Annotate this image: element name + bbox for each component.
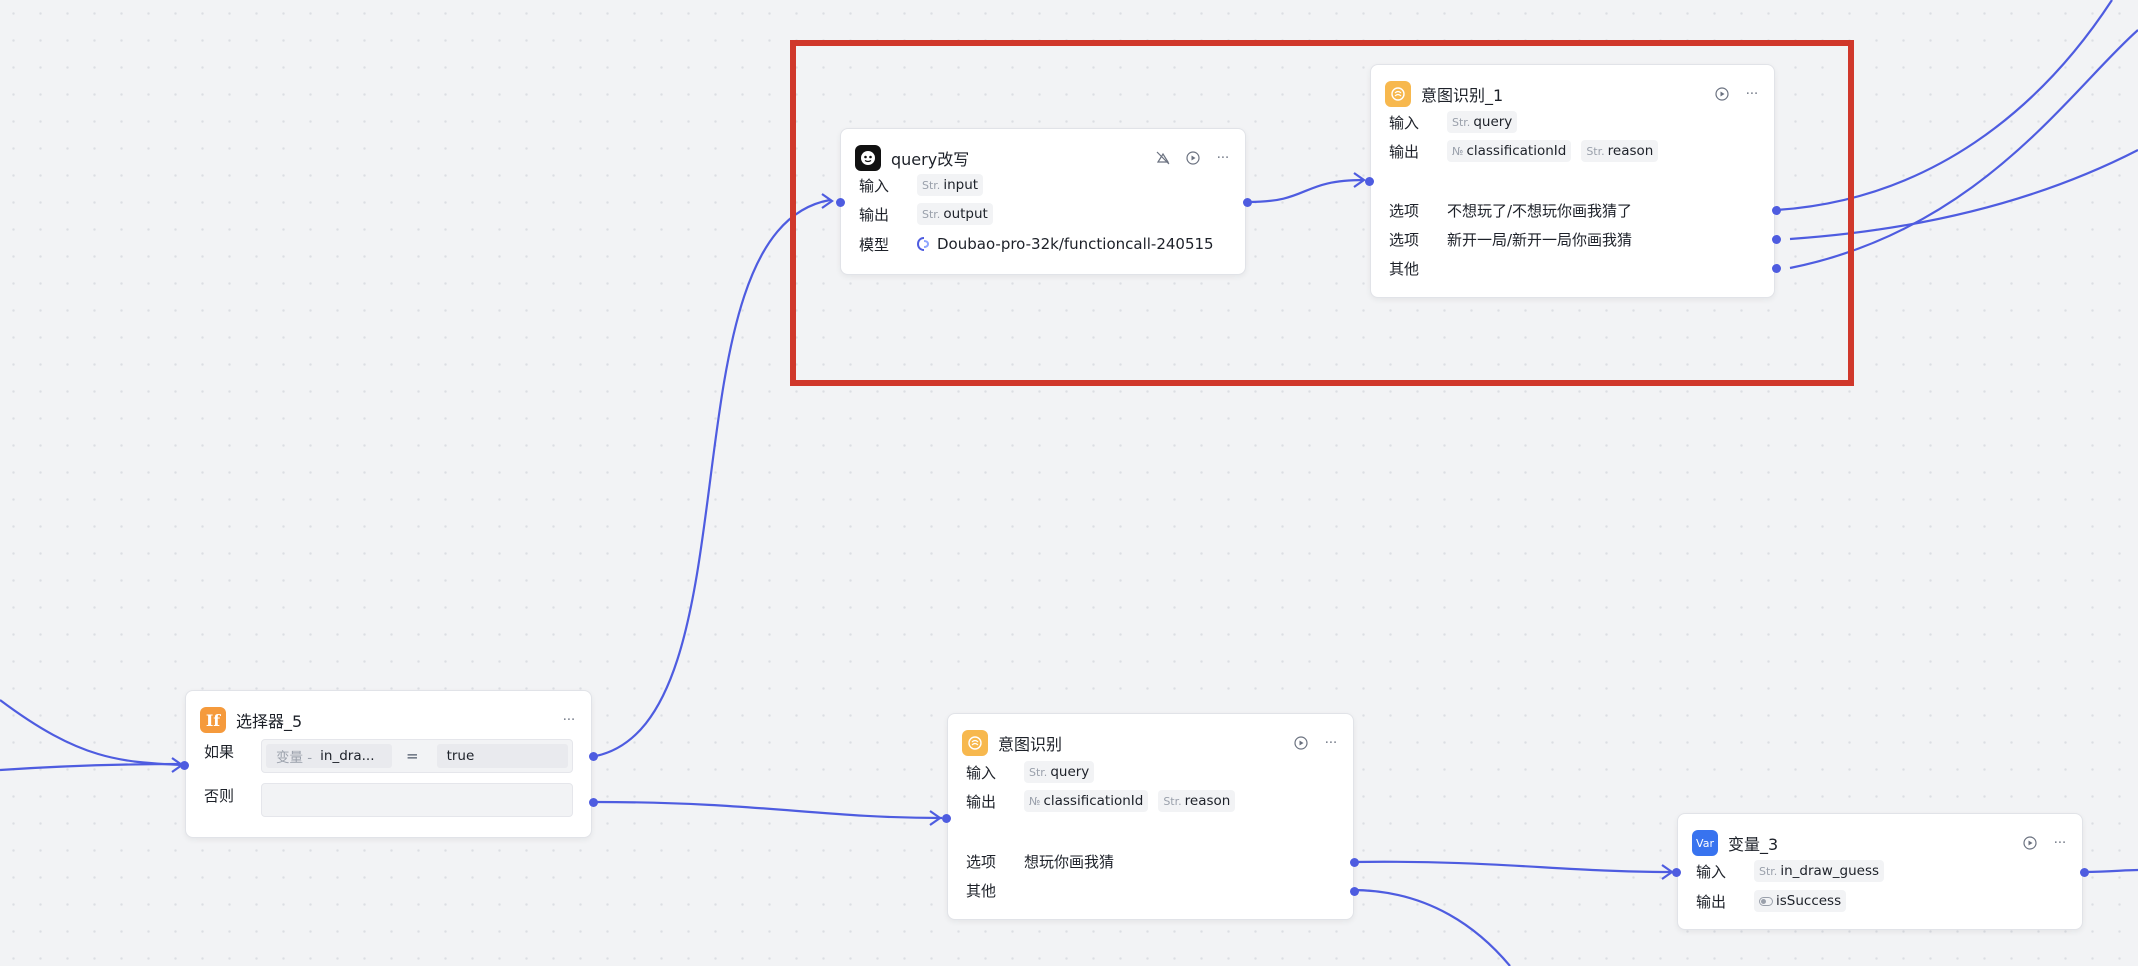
input-port[interactable]	[942, 814, 951, 823]
option-port-1[interactable]	[1772, 206, 1781, 215]
node-title: 变量_3	[1728, 835, 1779, 854]
play-circle-icon[interactable]	[1185, 150, 1201, 166]
llm-bot-icon	[855, 145, 881, 171]
edge-intent-opt1-to-var	[1351, 860, 1673, 874]
node-title: 意图识别	[998, 735, 1063, 754]
edge-in-selector-1	[0, 699, 183, 767]
option-label: 选项	[966, 852, 997, 871]
input-param-tag: Str. query	[1024, 761, 1095, 783]
arrow-head	[821, 193, 834, 209]
ellipsis-icon[interactable]: ···	[561, 712, 577, 728]
arrow-head	[1661, 864, 1674, 880]
node-title: query改写	[891, 150, 970, 169]
if-icon: If	[200, 707, 226, 733]
output-port[interactable]	[2080, 868, 2089, 877]
ellipsis-icon[interactable]: ···	[2052, 835, 2068, 851]
output-param-tag: isSuccess	[1754, 890, 1847, 912]
output-param-tag: Str. reason	[1158, 790, 1236, 812]
condition-variable[interactable]: 变量 - in_dra...	[266, 744, 392, 768]
ellipsis-icon[interactable]: ···	[1323, 735, 1339, 751]
output-param-tag: № classificationId	[1024, 790, 1149, 812]
input-port[interactable]	[836, 198, 845, 207]
intent-icon	[1385, 81, 1411, 107]
else-label: 否则	[204, 787, 235, 805]
intent-node-1[interactable]: 意图识别_1 ··· 输入 Str. query 输出 № classificati…	[1365, 64, 1781, 298]
input-port[interactable]	[1365, 177, 1374, 186]
ellipsis-icon[interactable]: ···	[1744, 86, 1760, 102]
arrow-head	[929, 810, 942, 826]
node-title: 意图识别_1	[1421, 86, 1504, 105]
output-param-tag: Str. reason	[1581, 140, 1659, 162]
input-label: 输入	[1696, 862, 1727, 881]
else-port[interactable]	[589, 798, 598, 807]
input-label: 输入	[966, 763, 997, 782]
model-name: Doubao-pro-32k/functioncall-240515	[937, 235, 1214, 253]
option-text: 新开一局/新开一局你画我猜	[1447, 230, 1633, 249]
output-port[interactable]	[1243, 198, 1252, 207]
selector-node[interactable]: If 选择器_5 ··· 如果 变量 - in_dra... = true 否则	[180, 690, 598, 838]
option-text: 想玩你画我猜	[1024, 852, 1115, 871]
boolean-toggle-icon	[1759, 896, 1773, 906]
if-label: 如果	[204, 743, 235, 761]
play-circle-icon[interactable]	[1714, 86, 1730, 102]
output-param-tag: № classificationId	[1447, 140, 1572, 162]
edge-intent1-opt2	[1789, 149, 2138, 241]
edge-intent1-other	[1789, 29, 2138, 270]
doubao-model-icon	[917, 237, 930, 251]
other-port[interactable]	[1772, 264, 1781, 273]
input-param-tag: Str. in_draw_guess	[1754, 860, 1885, 882]
condition-operator[interactable]: =	[406, 747, 419, 765]
edge-intent1-opt1	[1775, 0, 2113, 212]
condition-value[interactable]: true	[436, 744, 568, 768]
else-box	[261, 783, 573, 817]
if-port[interactable]	[589, 752, 598, 761]
output-param-tag: Str. output	[917, 203, 993, 225]
arrow-head	[1353, 172, 1366, 188]
option-text: 不想玩了/不想玩你画我猜了	[1447, 201, 1633, 220]
llm-node-query-rewrite[interactable]: query改写 ··· 输入 Str. input 输出 Str. output 模…	[836, 128, 1252, 275]
intent-icon	[962, 730, 988, 756]
option-label: 选项	[1389, 230, 1420, 249]
edge-selector-true-to-query	[595, 198, 831, 758]
intent-node[interactable]: 意图识别 ··· 输入 Str. query 输出 № classification…	[942, 713, 1359, 920]
input-param-tag: Str. input	[917, 174, 984, 196]
output-label: 输出	[966, 792, 997, 811]
play-circle-icon[interactable]	[2022, 835, 2038, 851]
other-label: 其他	[966, 881, 997, 900]
condition-box[interactable]: 变量 - in_dra... = true	[261, 739, 573, 773]
input-label: 输入	[859, 176, 890, 195]
input-port[interactable]	[1672, 868, 1681, 877]
edge-selector-else-to-intent	[595, 800, 943, 820]
node-title: 选择器_5	[236, 712, 303, 731]
input-port[interactable]	[180, 761, 189, 770]
play-circle-icon[interactable]	[1293, 735, 1309, 751]
input-param-tag: Str. query	[1447, 111, 1518, 133]
output-label: 输出	[1696, 892, 1727, 911]
edge-intent-other	[1351, 888, 1511, 966]
other-port[interactable]	[1350, 887, 1359, 896]
option-port-2[interactable]	[1772, 235, 1781, 244]
output-label: 输出	[1389, 142, 1420, 161]
model-label: 模型	[859, 235, 890, 254]
option-label: 选项	[1389, 201, 1420, 220]
variable-icon: Var	[1692, 830, 1718, 856]
skip-icon[interactable]	[1155, 150, 1171, 166]
edge-var-out	[2083, 868, 2138, 874]
input-label: 输入	[1389, 113, 1420, 132]
edge-query-to-intent1	[1248, 178, 1365, 204]
option-port-1[interactable]	[1350, 858, 1359, 867]
edge-in-selector-2	[0, 762, 183, 772]
variable-node[interactable]: Var 变量_3 ··· 输入 Str. in_draw_guess 输出 isS…	[1672, 813, 2089, 930]
ellipsis-icon[interactable]: ···	[1215, 150, 1231, 166]
output-label: 输出	[859, 205, 890, 224]
other-label: 其他	[1389, 259, 1420, 278]
